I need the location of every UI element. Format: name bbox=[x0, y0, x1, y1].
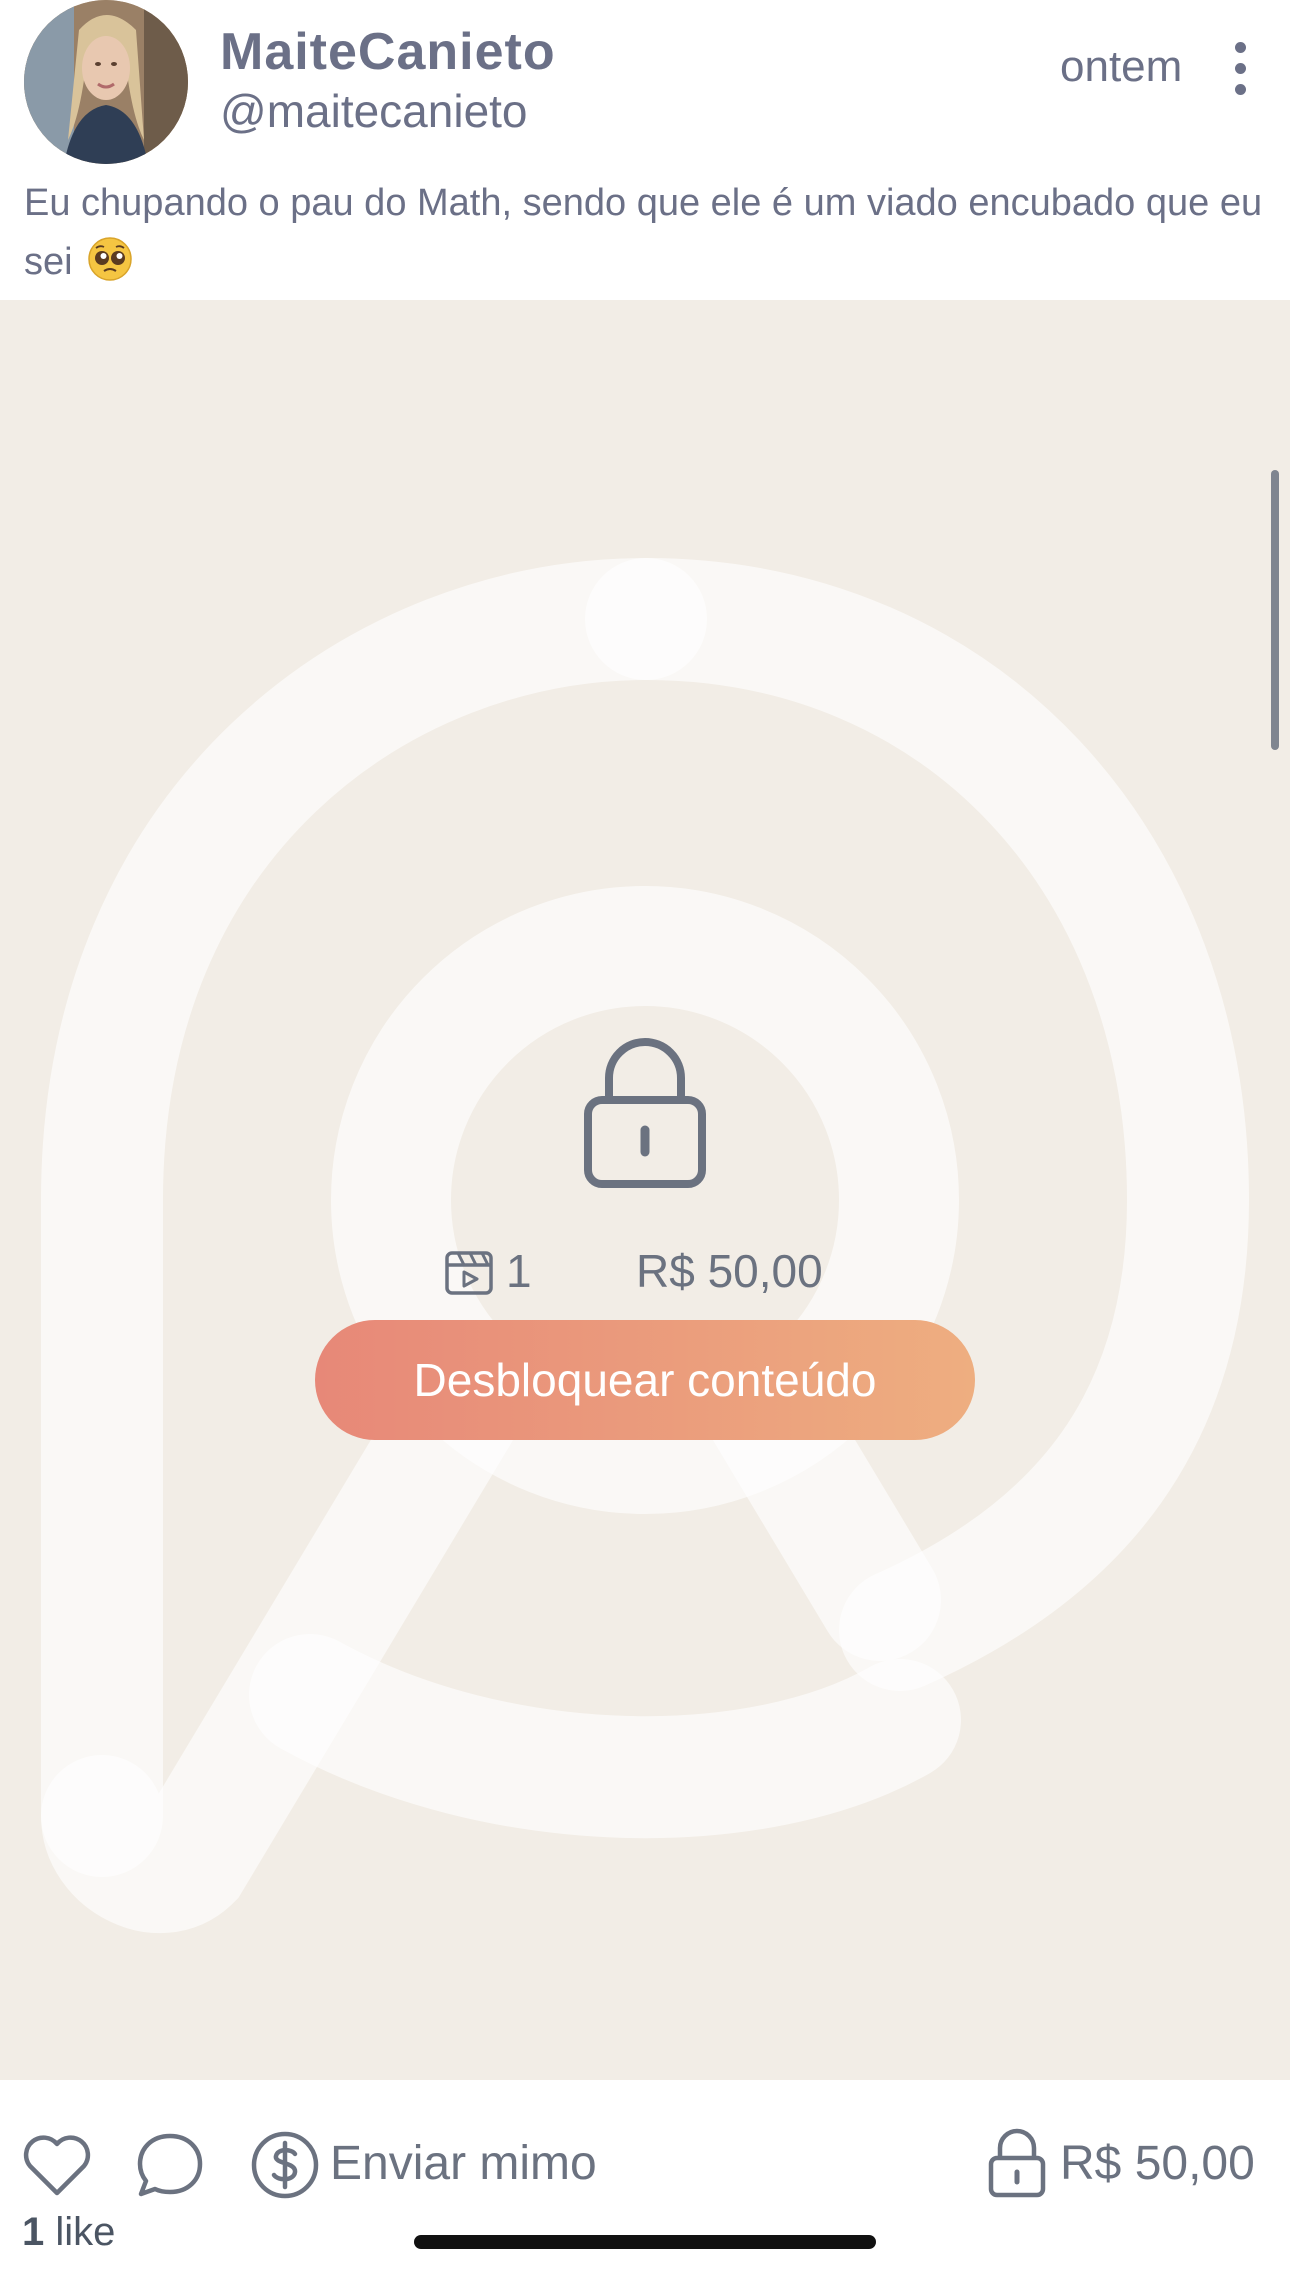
lock-icon bbox=[584, 1038, 706, 1188]
dollar-coin-icon[interactable] bbox=[250, 2130, 320, 2200]
brand-watermark bbox=[40, 558, 1250, 1933]
likes-count[interactable]: 1 like bbox=[22, 2210, 115, 2255]
post-caption: Eu chupando o pau do Math, sendo que ele… bbox=[24, 174, 1264, 292]
locked-media-area[interactable]: 1 R$ 50,00 Desbloquear conteúdo bbox=[0, 300, 1290, 2080]
pleading-face-emoji bbox=[88, 237, 132, 281]
caption-text: Eu chupando o pau do Math, sendo que ele… bbox=[24, 182, 1263, 283]
avatar[interactable] bbox=[24, 0, 188, 164]
send-tip-label[interactable]: Enviar mimo bbox=[330, 2136, 597, 2191]
comment-icon[interactable] bbox=[136, 2132, 204, 2198]
more-options-button[interactable] bbox=[1222, 40, 1258, 96]
heart-icon[interactable] bbox=[22, 2135, 92, 2197]
unlock-content-button[interactable]: Desbloquear conteúdo bbox=[315, 1320, 975, 1440]
likes-word: like bbox=[55, 2210, 116, 2254]
clapperboard-icon bbox=[445, 1251, 493, 1295]
likes-number: 1 bbox=[22, 2210, 45, 2254]
more-vertical-icon bbox=[1235, 42, 1246, 53]
post-header: MaiteCanieto @maitecanieto ontem bbox=[0, 0, 1290, 170]
post-price: R$ 50,00 bbox=[1060, 2137, 1255, 2190]
scrollbar[interactable] bbox=[1271, 470, 1279, 750]
post-timestamp: ontem bbox=[1060, 42, 1183, 91]
user-handle[interactable]: @maitecanieto bbox=[220, 84, 528, 138]
media-count: 1 bbox=[506, 1245, 532, 1297]
display-name[interactable]: MaiteCanieto bbox=[220, 22, 556, 82]
media-price: R$ 50,00 bbox=[636, 1245, 823, 1297]
home-indicator[interactable] bbox=[414, 2235, 876, 2249]
lock-icon bbox=[988, 2128, 1046, 2198]
media-stats: 1 R$ 50,00 bbox=[444, 1244, 864, 1304]
